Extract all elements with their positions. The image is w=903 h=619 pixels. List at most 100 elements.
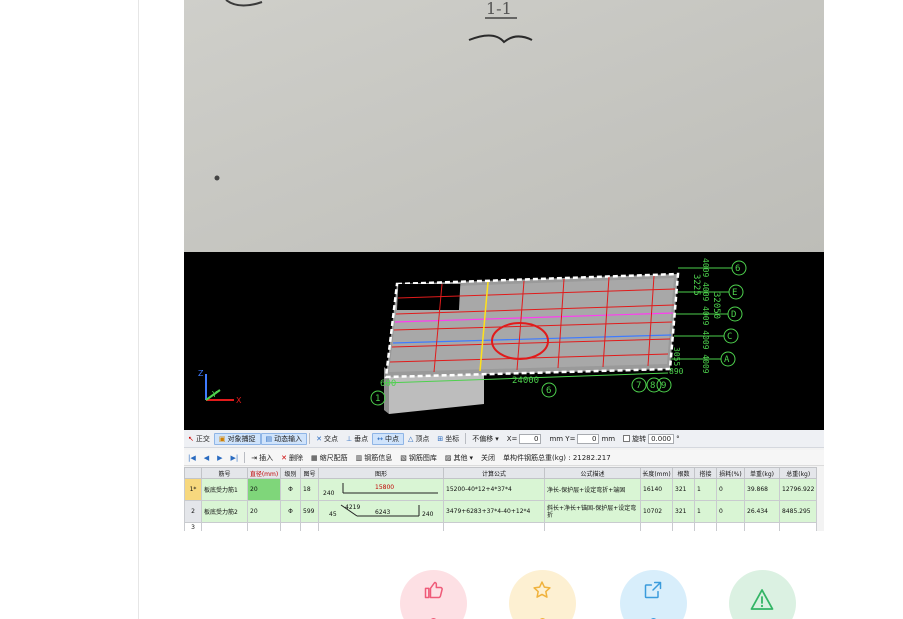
dim-right-1: 3225: [691, 274, 701, 296]
dim-bottom-left: 600: [380, 379, 396, 389]
cell-name[interactable]: 板底受力筋2: [201, 500, 248, 523]
cell-loss[interactable]: 0: [716, 478, 745, 501]
cell-unit-weight[interactable]: 39.868: [744, 478, 780, 501]
empty-cell[interactable]: [247, 522, 281, 531]
cell-length[interactable]: 16140: [640, 478, 673, 501]
offset-dropdown[interactable]: 不偏移 ▾: [468, 434, 503, 444]
snap-toolbar: ↖ 正交 ▣ 对象捕捉 ▤ 动态输入 ✕ 交点 ⊥ 垂点 ↔ 中点 △ 顶点 ⊞ 坐标 不偏移 ▾…: [184, 430, 824, 448]
library-icon: ▧: [400, 453, 407, 462]
object-snap-toggle[interactable]: ▣ 对象捕捉: [213, 432, 261, 445]
cell-total-weight[interactable]: 8485.295: [778, 500, 818, 523]
scale-rebar-button[interactable]: ▦ 缩尺配筋: [307, 453, 352, 463]
axis-label-e: E: [732, 288, 737, 298]
nav-next-button[interactable]: ▶: [213, 454, 226, 462]
empty-cell[interactable]: [744, 522, 780, 531]
info-icon: ▥: [355, 453, 363, 462]
cell-desc[interactable]: 净长-保护层+设定弯折+端固: [544, 478, 641, 501]
nav-prev-button[interactable]: ◀: [200, 454, 213, 462]
midpoint-snap[interactable]: ↔ 中点: [372, 432, 404, 445]
axis-label-c: C: [727, 332, 732, 342]
empty-cell[interactable]: [640, 522, 673, 531]
empty-cell[interactable]: [778, 522, 818, 531]
cell-diameter[interactable]: 20: [247, 478, 281, 501]
cell-count[interactable]: 321: [672, 500, 695, 523]
vertex-snap[interactable]: △ 顶点: [404, 434, 433, 444]
cell-loss[interactable]: 0: [716, 500, 745, 523]
shape-left-dim: 45: [329, 511, 337, 518]
close-button[interactable]: 关闭: [477, 453, 499, 463]
nav-last-button[interactable]: ▶|: [227, 454, 243, 462]
insert-icon: ⇥: [251, 453, 258, 462]
empty-cell[interactable]: [672, 522, 695, 531]
rotate-checkbox[interactable]: [623, 435, 631, 442]
axis-label-1: 1: [375, 394, 380, 404]
cell-length[interactable]: 10702: [640, 500, 673, 523]
share-button[interactable]: 0: [620, 570, 687, 619]
rebar-library-button[interactable]: ▧ 钢筋图库: [396, 453, 441, 463]
header-cell: 图形: [318, 467, 444, 479]
cell-fig[interactable]: 599: [300, 500, 319, 523]
ortho-icon: ↖: [188, 434, 194, 443]
empty-cell[interactable]: [443, 522, 545, 531]
y-coord-field: mm Y= 0 mm: [549, 433, 616, 444]
cell-shape[interactable]: 45 4219 6243 240: [318, 500, 444, 523]
insert-button[interactable]: ⇥ 插入: [247, 453, 277, 463]
empty-cell[interactable]: [544, 522, 641, 531]
dynamic-input-toggle[interactable]: ▤ 动态输入: [260, 432, 308, 445]
coordinate-icon: ⊞: [437, 434, 444, 443]
cell-unit-weight[interactable]: 26.434: [744, 500, 780, 523]
empty-cell[interactable]: [280, 522, 301, 531]
delete-button[interactable]: ✕ 删除: [277, 453, 307, 463]
x-coord-input[interactable]: 0: [519, 433, 542, 444]
cell-fig[interactable]: 18: [300, 478, 319, 501]
rotate-input[interactable]: 0.000: [648, 433, 675, 444]
table-row[interactable]: 2 板底受力筋2 20 Φ 599 45 4219 6243 240 3479+…: [184, 500, 818, 523]
shape-left-dim: 240: [323, 490, 335, 497]
perpendicular-snap[interactable]: ⊥ 垂点: [342, 434, 372, 444]
cell-formula[interactable]: 15200-40*12+4*37*4: [443, 478, 545, 501]
cell-formula[interactable]: 3479+6283+37*4-40+12*4: [443, 500, 545, 523]
like-button[interactable]: 0: [400, 570, 467, 619]
axis-x-label: X: [236, 396, 242, 405]
dim-right-2: 32050: [711, 292, 721, 319]
rebar-shape-drawing: 45 4219 6243 240: [329, 504, 434, 518]
header-cell: 筋号: [201, 467, 248, 479]
empty-cell[interactable]: [300, 522, 319, 531]
other-menu-button[interactable]: ▨ 其他 ▾: [441, 453, 477, 463]
cell-desc[interactable]: 斜长+净长+锚固-保护层+设定弯折: [544, 500, 641, 523]
table-row-empty[interactable]: 3: [184, 522, 818, 531]
table-row[interactable]: 1* 板底受力筋1 20 Φ 18 240 15800 15200-40*12+…: [184, 478, 818, 501]
empty-cell[interactable]: [716, 522, 745, 531]
empty-cell[interactable]: [201, 522, 248, 531]
cell-count[interactable]: 321: [672, 478, 695, 501]
scale-icon: ▦: [311, 453, 318, 462]
ortho-toggle[interactable]: ↖ 正交: [184, 434, 214, 444]
favorite-button[interactable]: 0: [509, 570, 576, 619]
rebar-editor-panel: ↖ 正交 ▣ 对象捕捉 ▤ 动态输入 ✕ 交点 ⊥ 垂点 ↔ 中点 △ 顶点 ⊞ 坐标 不偏移 ▾…: [184, 430, 824, 531]
cell-name[interactable]: 板底受力筋1: [201, 478, 248, 501]
cell-grade[interactable]: Φ: [280, 500, 301, 523]
axis-label-a: A: [724, 355, 730, 365]
cell-grade[interactable]: Φ: [280, 478, 301, 501]
cad-3d-view: 6 E D C A 1 6 7 8 9 24000 600 3225 32050…: [184, 252, 824, 430]
coordinate-snap[interactable]: ⊞ 坐标: [433, 434, 463, 444]
header-cell: 级别: [280, 467, 301, 479]
rebar-info-button[interactable]: ▥ 钢筋信息: [352, 453, 397, 463]
cell-lap[interactable]: 1: [694, 500, 717, 523]
empty-cell[interactable]: [318, 522, 444, 531]
post-actions: 0 0 0: [0, 560, 903, 619]
cell-lap[interactable]: 1: [694, 478, 717, 501]
nav-first-button[interactable]: |◀: [184, 454, 200, 462]
header-cell: 总重(kg): [778, 467, 818, 479]
cell-shape[interactable]: 240 15800: [318, 478, 444, 501]
report-button[interactable]: [729, 570, 796, 619]
cell-total-weight[interactable]: 12796.922: [778, 478, 818, 501]
rebar-table: 筋号 直径(mm) 级别 图号 图形 计算公式 公式描述 长度(mm) 根数 搭…: [184, 467, 818, 531]
y-coord-input[interactable]: 0: [577, 433, 600, 444]
cell-diameter[interactable]: 20: [247, 500, 281, 523]
axis-label-8: 8: [650, 381, 655, 391]
intersection-snap[interactable]: ✕ 交点: [312, 434, 342, 444]
empty-cell[interactable]: [694, 522, 717, 531]
row-number: 3: [184, 522, 202, 531]
header-cell: 根数: [672, 467, 695, 479]
